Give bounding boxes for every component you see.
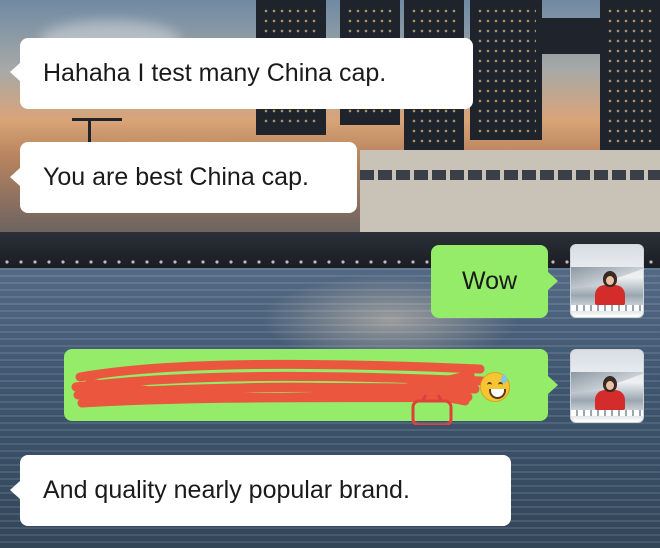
redaction-scribble <box>71 359 487 425</box>
message-bubble[interactable]: Wow <box>431 245 548 318</box>
grinning-sweat-emoji <box>480 372 510 402</box>
pier-lights <box>0 258 660 266</box>
message-text: Hahaha I test many China cap. <box>43 59 387 87</box>
bubble-tail <box>548 376 558 394</box>
message-text: You are best China cap. <box>43 163 309 191</box>
avatar[interactable] <box>570 349 644 423</box>
crane <box>72 118 122 121</box>
message-text: And quality nearly popular brand. <box>43 476 410 504</box>
skyscraper <box>600 0 660 150</box>
skyscraper <box>470 0 542 140</box>
waterfront-terminal <box>360 150 660 240</box>
message-bubble[interactable]: Hahaha I test many China cap. <box>20 38 473 109</box>
bubble-tail <box>10 168 20 186</box>
message-text: Wow <box>461 267 518 295</box>
avatar[interactable] <box>570 244 644 318</box>
bubble-tail <box>548 272 558 290</box>
skybridge <box>542 18 602 54</box>
bubble-tail <box>10 63 20 81</box>
message-bubble[interactable]: And quality nearly popular brand. <box>20 455 511 526</box>
bubble-tail <box>10 481 20 499</box>
message-bubble[interactable]: You are best China cap. <box>20 142 357 213</box>
